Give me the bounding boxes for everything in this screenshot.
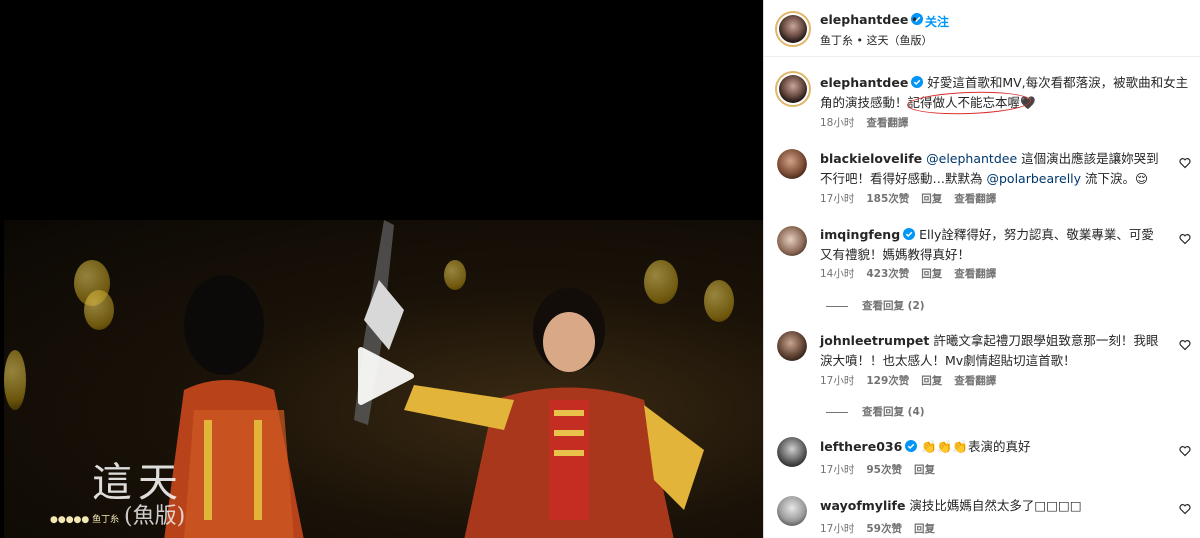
comment: imqingfeng Elly詮釋得好，努力認真、敬業專業、可愛又有禮貌！媽媽教得… (820, 225, 1165, 265)
comment-meta: 17小时 129次赞 回复 查看翻譯 (820, 373, 1008, 388)
likes-count[interactable]: 129次赞 (866, 375, 909, 387)
reply-button[interactable]: 回复 (921, 268, 942, 280)
reply-button[interactable]: 回复 (914, 523, 935, 535)
verified-icon (905, 440, 918, 452)
comment-username[interactable]: imqingfeng (820, 227, 900, 242)
comment-text: 流下淚。😌 (1085, 171, 1149, 186)
view-replies-button[interactable]: 查看回复 (2) (826, 298, 925, 313)
follow-button[interactable]: 关注 (925, 13, 949, 30)
audio-link[interactable]: 鱼丁糸 • 这天（鱼版） (820, 32, 932, 48)
avatar[interactable] (775, 11, 811, 47)
translate-button[interactable]: 查看翻譯 (954, 193, 996, 205)
comment-meta: 14小时 423次赞 回复 查看翻譯 (820, 266, 1008, 281)
separator-dot: • (911, 13, 919, 27)
comment: lefthere036 👏👏👏表演的真好 (820, 437, 1165, 457)
performer-right (404, 288, 704, 538)
timestamp: 17小时 (820, 523, 855, 535)
comment-text: 演技比媽媽自然太多了□□□□ (909, 498, 1082, 513)
comment: blackielovelife @elephantdee 這個演出應該是讓妳哭到… (820, 149, 1165, 189)
comment-username[interactable]: wayofmylife (820, 498, 905, 513)
translate-button[interactable]: 查看翻譯 (954, 268, 996, 280)
timestamp: 17小时 (820, 375, 855, 387)
verified-icon (911, 76, 924, 88)
video-overlay-subtitle: (魚版) (124, 504, 186, 529)
likes-count[interactable]: 185次赞 (866, 193, 909, 205)
comment-meta: 17小时 59次赞 回复 (820, 521, 947, 536)
balloon-decoration (84, 290, 114, 330)
video-player[interactable]: 這天 (魚版) ●●●●● 鱼丁糸 (0, 0, 763, 538)
timestamp: 14小时 (820, 268, 855, 280)
balloon-decoration (4, 350, 26, 410)
likes-count[interactable]: 95次赞 (866, 464, 902, 476)
like-heart-icon[interactable] (1179, 233, 1191, 245)
timestamp: 17小时 (820, 464, 855, 476)
timestamp: 18小时 (820, 117, 855, 129)
avatar[interactable] (777, 331, 807, 361)
comment-username[interactable]: blackielovelife (820, 151, 922, 166)
reply-button[interactable]: 回复 (921, 193, 942, 205)
verified-icon (903, 228, 916, 240)
comment-username[interactable]: lefthere036 (820, 439, 902, 454)
comment: johnleetrumpet 許曦文拿起禮刀跟學姐致意那一刻！我眼淚大噴！！也太… (820, 331, 1165, 371)
sword-prop (354, 220, 404, 425)
avatar[interactable] (777, 496, 807, 526)
header-username[interactable]: elephantdee (820, 12, 924, 27)
comment-meta: 17小时 185次赞 回复 查看翻譯 (820, 191, 1008, 206)
avatar[interactable] (775, 71, 811, 107)
timestamp: 17小时 (820, 193, 855, 205)
likes-count[interactable]: 423次赞 (866, 268, 909, 280)
post-header: elephantdee • 关注 鱼丁糸 • 这天（鱼版） (764, 0, 1200, 57)
reply-button[interactable]: 回复 (921, 375, 942, 387)
caption-username[interactable]: elephantdee (820, 75, 908, 90)
video-overlay-artist: ●●●●● 鱼丁糸 (50, 515, 120, 525)
post-sidebar: elephantdee • 关注 鱼丁糸 • 这天（鱼版） elephantde… (763, 0, 1200, 538)
mention-link[interactable]: @elephantdee (926, 151, 1017, 166)
translate-button[interactable]: 查看翻譯 (866, 117, 908, 129)
comment-username[interactable]: johnleetrumpet (820, 333, 929, 348)
reply-button[interactable]: 回复 (914, 464, 935, 476)
play-icon[interactable] (355, 346, 415, 406)
avatar[interactable] (777, 226, 807, 256)
comment-meta: 17小时 95次赞 回复 (820, 462, 947, 477)
likes-count[interactable]: 59次赞 (866, 523, 902, 535)
translate-button[interactable]: 查看翻譯 (954, 375, 996, 387)
comment-text: 👏👏👏表演的真好 (921, 439, 1031, 454)
comment: wayofmylife 演技比媽媽自然太多了□□□□ (820, 496, 1165, 516)
avatar[interactable] (777, 149, 807, 179)
view-replies-button[interactable]: 查看回复 (4) (826, 404, 925, 419)
like-heart-icon[interactable] (1179, 339, 1191, 351)
caption-meta: 18小时 查看翻譯 (820, 115, 920, 130)
avatar[interactable] (777, 437, 807, 467)
like-heart-icon[interactable] (1179, 445, 1191, 457)
like-heart-icon[interactable] (1179, 157, 1191, 169)
like-heart-icon[interactable] (1179, 503, 1191, 515)
mention-link[interactable]: @polarbearelly (987, 171, 1082, 186)
